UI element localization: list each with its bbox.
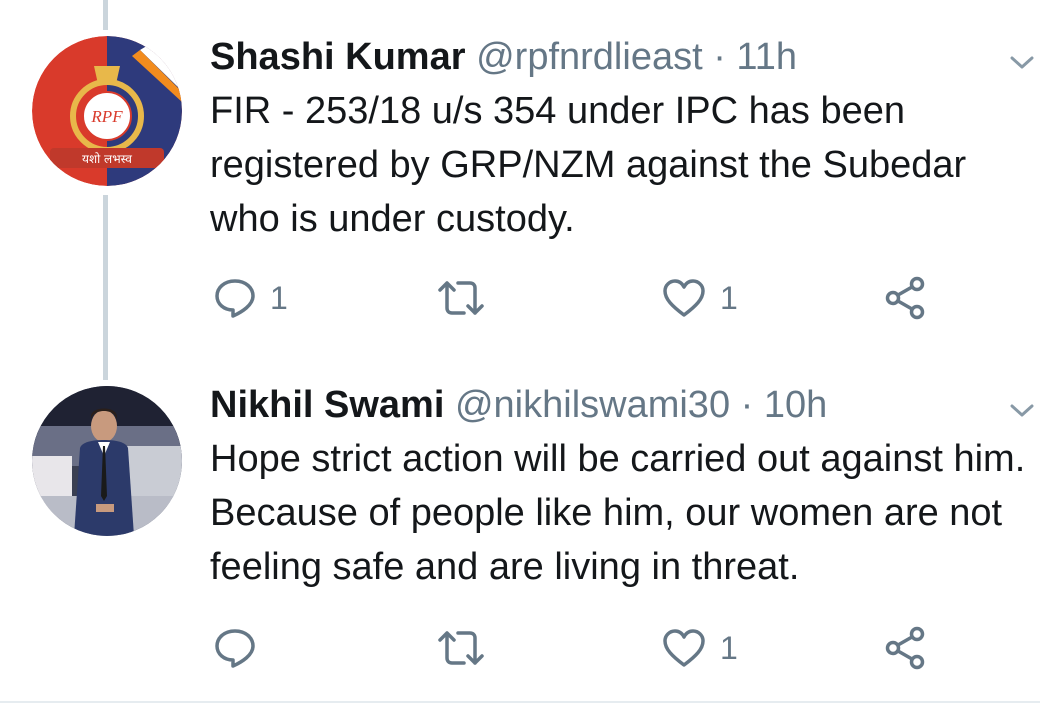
reply-icon [215,279,255,318]
author-handle[interactable]: @nikhilswami30 [455,384,730,426]
rpf-emblem-icon: RPF यशो लभस्व [32,36,182,186]
avatar-emblem-text: RPF [90,107,123,126]
tweet-header: Nikhil Swami @nikhilswami30 · 10h [210,380,827,430]
retweet-icon [438,631,484,665]
heart-icon [663,629,705,667]
tweet-text: Hope strict action will be carried out a… [210,438,1026,588]
tweet-1[interactable]: RPF यशो लभस्व Shashi Kumar @rpfnrdlieast… [0,32,1040,332]
reply-icon [215,629,255,668]
share-button[interactable] [884,273,928,323]
tweet-timestamp[interactable]: · 11h [713,36,797,78]
tweet-header: Shashi Kumar @rpfnrdlieast · 11h [210,32,797,82]
tweet-2[interactable]: Nikhil Swami @nikhilswami30 · 10h Hope s… [0,380,1040,703]
tweet-actions: 1 1 [210,273,950,323]
tweet-timestamp[interactable]: · 10h [741,384,828,426]
share-button[interactable] [884,623,928,673]
retweet-icon [438,281,484,315]
tweet-text: FIR - 253/18 u/s 354 under IPC has been … [210,90,967,240]
author-name[interactable]: Shashi Kumar [210,36,466,78]
avatar-user-photo[interactable] [32,386,182,536]
reply-button[interactable] [214,623,270,673]
tweet-actions: 1 [210,623,950,673]
share-icon [885,626,925,670]
reply-button[interactable]: 1 [214,273,288,323]
retweet-button[interactable] [436,273,486,323]
heart-icon [663,279,705,317]
like-button[interactable]: 1 [662,273,738,323]
thread-connector-top [103,0,108,30]
chevron-down-icon[interactable] [1008,400,1036,420]
share-icon [885,276,925,320]
like-count: 1 [720,629,738,666]
avatar-rpf-logo[interactable]: RPF यशो लभस्व [32,36,182,186]
like-button[interactable]: 1 [662,623,738,673]
author-name[interactable]: Nikhil Swami [210,384,444,426]
reply-count: 1 [270,279,288,316]
retweet-button[interactable] [436,623,486,673]
user-photo-icon [32,386,182,536]
like-count: 1 [720,279,738,316]
author-handle[interactable]: @rpfnrdlieast [476,36,703,78]
chevron-down-icon[interactable] [1008,52,1036,72]
avatar-banner-text: यशो लभस्व [82,152,132,166]
